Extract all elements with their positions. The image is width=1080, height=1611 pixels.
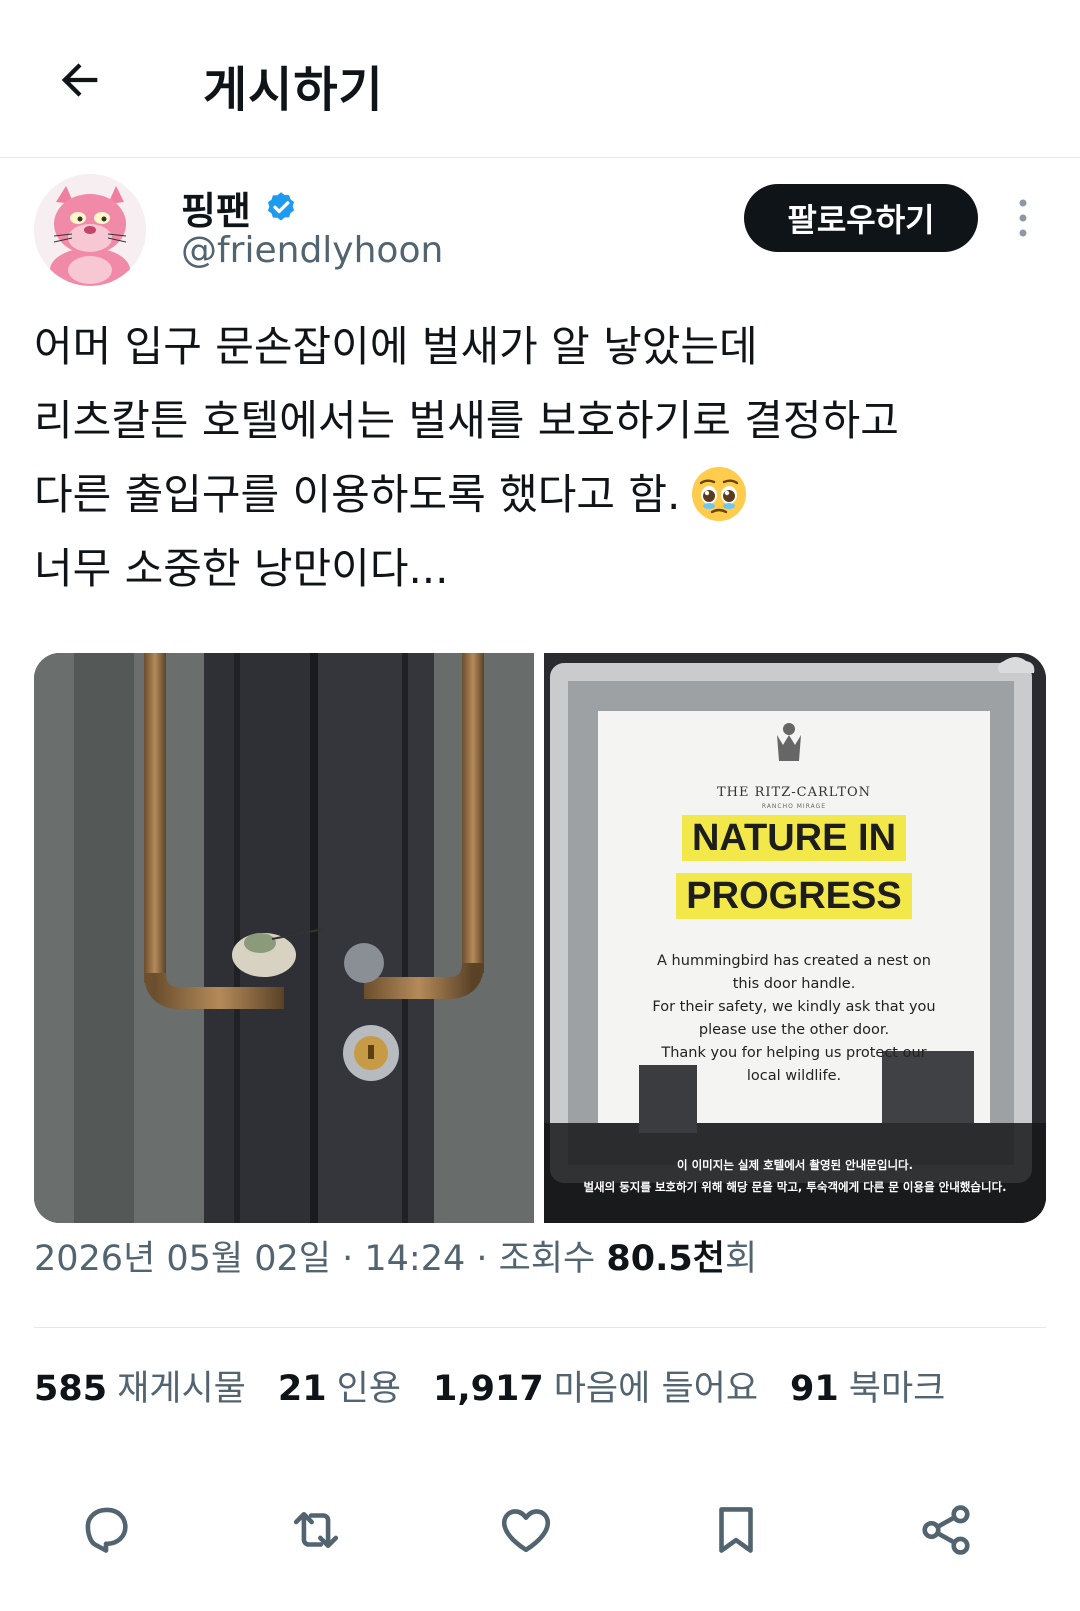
- author-row: 핑팬 @friendlyhoon 팔로우하기: [0, 170, 1080, 290]
- repost-button[interactable]: [276, 1490, 356, 1570]
- stat-label: 마음에 들어요: [553, 1369, 759, 1409]
- pink-panther-avatar-image: [34, 174, 146, 286]
- heart-icon: [501, 1509, 551, 1553]
- user-handle[interactable]: @friendlyhoon: [181, 230, 443, 271]
- action-bar: [0, 1490, 1080, 1570]
- sign-body-line: A hummingbird has created a nest on: [657, 953, 931, 969]
- display-name[interactable]: 핑팬: [181, 180, 251, 235]
- sign-headline-1-text: NATURE IN: [681, 815, 907, 861]
- stat-bookmarks[interactable]: 91 북마크: [790, 1360, 945, 1411]
- sign-caption-1: 이 이미지는 실제 호텔에서 촬영된 안내문입니다.: [677, 1158, 913, 1172]
- post-text-line: 너무 소중한 낭만이다...: [34, 544, 449, 593]
- display-name-row: 핑팬: [181, 180, 299, 235]
- top-bar: 게시하기: [0, 0, 1080, 158]
- bookmark-button[interactable]: [696, 1490, 776, 1570]
- post-meta: 2026년 05월 02일 · 14:24 · 조회수 80.5천회: [34, 1230, 757, 1281]
- sign-brand-sub: RANCHO MIRAGE: [761, 803, 827, 810]
- stat-label: 인용: [336, 1369, 401, 1409]
- stat-number: 91: [790, 1369, 839, 1409]
- avatar[interactable]: [34, 174, 146, 286]
- post-text-line: 어머 입구 문손잡이에 벌새가 알 낳았는데: [34, 322, 758, 371]
- engagement-stats: 585 재게시물 21 인용 1,917 마음에 들어요 91 북마크: [34, 1360, 977, 1411]
- post-text-line: 리츠칼튼 호텔에서는 벌새를 보호하기로 결정하고: [34, 396, 899, 445]
- post-media: THE RITZ-CARLTON RANCHO MIRAGE NATURE IN…: [34, 653, 1046, 1223]
- post-text-line: 다른 출입구를 이용하도록 했다고 함.: [34, 470, 681, 519]
- divider: [34, 1327, 1046, 1328]
- sign-body-line: For their safety, we kindly ask that you: [652, 999, 936, 1015]
- media-image-door[interactable]: [34, 653, 534, 1223]
- more-options-button[interactable]: [1008, 192, 1038, 244]
- sign-headline-2-text: PROGRESS: [676, 873, 912, 919]
- meta-separator: ·: [465, 1239, 499, 1279]
- post-text: 어머 입구 문손잡이에 벌새가 알 낳았는데 리츠칼튼 호텔에서는 벌새를 보호…: [34, 310, 1054, 606]
- stat-quotes[interactable]: 21 인용: [278, 1360, 401, 1411]
- sign-brand: THE RITZ-CARLTON: [716, 785, 872, 800]
- back-button[interactable]: [48, 48, 112, 112]
- stat-number: 21: [277, 1369, 327, 1409]
- like-button[interactable]: [486, 1490, 566, 1570]
- post-time[interactable]: 14:24: [364, 1239, 465, 1279]
- stat-number: 585: [34, 1369, 108, 1409]
- sign-headline-2: PROGRESS: [644, 873, 944, 919]
- meta-separator: ·: [331, 1239, 365, 1279]
- reply-icon: [85, 1507, 128, 1553]
- nature-in-progress-sign-photo: [544, 653, 1046, 1223]
- reply-button[interactable]: [66, 1490, 146, 1570]
- pleading-face-emoji: [692, 466, 747, 521]
- media-image-sign[interactable]: THE RITZ-CARLTON RANCHO MIRAGE NATURE IN…: [544, 653, 1046, 1223]
- stat-likes[interactable]: 1,917 마음에 들어요: [433, 1360, 758, 1411]
- sign-body-line: this door handle.: [732, 976, 856, 992]
- repost-icon: [293, 1511, 339, 1549]
- share-icon: [922, 1505, 970, 1555]
- post-date[interactable]: 2026년 05월 02일: [34, 1239, 331, 1279]
- sign-body-line: please use the other door.: [698, 1022, 890, 1038]
- share-button[interactable]: [906, 1490, 986, 1570]
- sign-caption-2: 벌새의 둥지를 보호하기 위해 해당 문을 막고, 투숙객에게 다른 문 이용을…: [583, 1180, 1007, 1194]
- views-label: 조회수: [498, 1239, 607, 1279]
- follow-button[interactable]: 팔로우하기: [744, 184, 978, 252]
- sign-body-line: local wildlife.: [746, 1068, 842, 1084]
- page-title: 게시하기: [203, 62, 384, 118]
- verified-badge-icon: [267, 191, 294, 220]
- stat-reposts[interactable]: 585 재게시물: [34, 1360, 246, 1411]
- stat-label: 북마크: [848, 1369, 946, 1409]
- more-vertical-icon: [1019, 199, 1027, 237]
- bookmark-icon: [719, 1507, 753, 1553]
- views-count: 80.5천: [606, 1239, 725, 1279]
- door-handle-hummingbird-nest-photo: [34, 653, 534, 1223]
- stat-number: 1,917: [433, 1369, 544, 1409]
- arrow-left-icon: [61, 63, 98, 97]
- sign-headline-1: NATURE IN: [644, 815, 944, 861]
- sign-body: A hummingbird has created a nest on this…: [629, 950, 959, 1088]
- post-text-line-with-emoji: 다른 출입구를 이용하도록 했다고 함.: [34, 458, 1054, 532]
- sign-body-line: Thank you for helping us protect our: [661, 1045, 927, 1061]
- views-suffix: 회: [724, 1239, 758, 1279]
- stat-label: 재게시물: [117, 1369, 246, 1409]
